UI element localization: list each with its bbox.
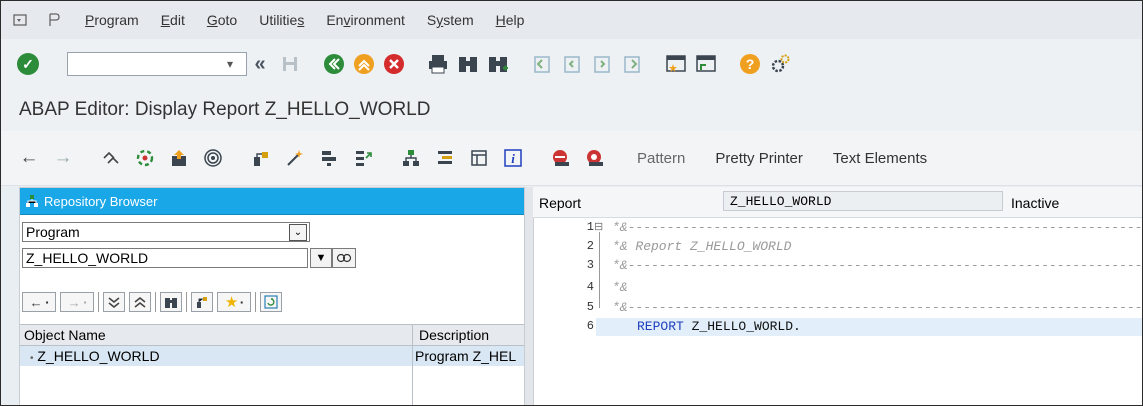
object-type-value: Program	[26, 224, 80, 240]
page-title: ABAP Editor: Display Report Z_HELLO_WORL…	[19, 99, 431, 120]
breakpoint-icon[interactable]	[431, 144, 459, 172]
code-line: 5 *&------------------------------------…	[586, 300, 1143, 315]
svg-text:i: i	[511, 151, 515, 166]
previous-page-icon[interactable]	[559, 51, 585, 77]
column-header-object-name[interactable]: Object Name	[24, 327, 106, 343]
refresh-icon[interactable]	[260, 292, 282, 312]
collapse-all-icon[interactable]	[129, 292, 151, 312]
activation-status: Inactive	[1011, 195, 1060, 211]
pane-splitter[interactable]	[525, 187, 533, 405]
chevron-down-icon[interactable]: ⌄	[289, 224, 307, 241]
where-used-icon[interactable]	[199, 144, 227, 172]
object-name-dropdown-icon[interactable]: ▼	[310, 248, 332, 268]
object-type-select[interactable]: Program ⌄	[22, 222, 310, 242]
display-object-icon[interactable]	[332, 248, 356, 268]
sap-window: Program Edit Goto Utilities Environment …	[0, 0, 1143, 406]
create-session-icon[interactable]	[663, 51, 689, 77]
help-icon[interactable]: ?	[737, 51, 763, 77]
next-object-icon[interactable]: → ▪	[60, 292, 94, 312]
enter-icon[interactable]: ✓	[17, 53, 39, 75]
set-breakpoint-icon[interactable]	[547, 144, 575, 172]
code-line: 6 REPORT Z_HELLO_WORLD.	[586, 319, 801, 334]
last-page-icon[interactable]	[619, 51, 645, 77]
report-label: Report	[539, 195, 582, 211]
repository-browser-title: Repository Browser	[44, 193, 158, 209]
shortcut-icon[interactable]	[693, 51, 719, 77]
svg-text:?: ?	[746, 56, 755, 72]
code-line: 3 *&------------------------------------…	[586, 258, 1143, 273]
toolbar-separator	[155, 292, 156, 312]
toolbar-separator	[98, 292, 99, 312]
command-history-dropdown-icon[interactable]: ▾	[221, 54, 239, 74]
code-editor[interactable]: ⊟ 1 *&----------------------------------…	[533, 218, 1143, 405]
object-list-icon[interactable]	[191, 292, 213, 312]
find-icon[interactable]	[160, 292, 182, 312]
report-name-field: Z_HELLO_WORLD	[723, 191, 1003, 211]
favorites-icon[interactable]: ★ ▪	[217, 292, 251, 312]
code-line: 4 *&	[586, 280, 628, 295]
external-breakpoint-icon[interactable]	[581, 144, 609, 172]
object-name-value: Z_HELLO_WORLD	[26, 250, 149, 266]
stack-icon[interactable]	[315, 144, 343, 172]
pattern-button[interactable]: Pattern	[637, 150, 685, 167]
title-bar: ABAP Editor: Display Report Z_HELLO_WORL…	[1, 89, 1142, 131]
code-line: 2 *& Report Z_HELLO_WORLD	[586, 239, 792, 254]
next-page-icon[interactable]	[589, 51, 615, 77]
toolbar-separator	[186, 292, 187, 312]
activate-icon[interactable]	[165, 144, 193, 172]
first-page-icon[interactable]	[529, 51, 555, 77]
menu-goto[interactable]: Goto	[207, 12, 237, 28]
repository-nav-toolbar: ← ▪ → ▪ ★ ▪	[20, 289, 524, 315]
save-icon[interactable]	[277, 51, 303, 77]
editor-header: Report Z_HELLO_WORLD Inactive	[533, 187, 1142, 218]
column-divider	[412, 366, 413, 405]
command-field[interactable]	[67, 52, 247, 76]
menu-utilities[interactable]: Utilities	[259, 12, 304, 28]
column-header-description[interactable]: Description	[412, 325, 489, 345]
pretty-printer-button[interactable]: Pretty Printer	[715, 150, 803, 167]
wand-icon[interactable]	[281, 144, 309, 172]
customize-layout-icon[interactable]	[767, 51, 793, 77]
find-next-icon[interactable]	[485, 51, 511, 77]
stop-icon[interactable]	[381, 51, 407, 77]
table-row[interactable]: • Z_HELLO_WORLD Program Z_HEL	[20, 346, 524, 366]
toolbar-separator	[255, 292, 256, 312]
expand-all-icon[interactable]	[103, 292, 125, 312]
hierarchy-icon[interactable]	[397, 144, 425, 172]
previous-object-icon[interactable]: ← ▪	[22, 292, 56, 312]
split-screen-icon[interactable]	[465, 144, 493, 172]
repository-browser-pane: Repository Browser Program ⌄ Z_HELLO_WOR…	[19, 187, 525, 405]
editor-pane: Report Z_HELLO_WORLD Inactive ⊟ 1 *&----…	[533, 187, 1142, 405]
menu-edit[interactable]: Edit	[161, 12, 185, 28]
info-icon[interactable]: i	[499, 144, 527, 172]
menu-system[interactable]: System	[427, 12, 474, 28]
menu-bar: Program Edit Goto Utilities Environment …	[1, 1, 1142, 40]
menu-help[interactable]: Help	[496, 12, 525, 28]
standard-toolbar: ✓ ▾ « ?	[1, 39, 1142, 89]
back-arrow-icon[interactable]: ←	[15, 144, 43, 172]
code-line: 1 *&------------------------------------…	[586, 220, 1143, 235]
back-icon[interactable]: «	[247, 51, 273, 77]
display-change-icon[interactable]	[97, 144, 125, 172]
text-elements-button[interactable]: Text Elements	[833, 150, 927, 167]
application-toolbar: ← → i Pattern Pretty Printer Text Elemen…	[1, 131, 1142, 186]
check-syntax-icon[interactable]	[131, 144, 159, 172]
forward-arrow-icon[interactable]: →	[49, 144, 77, 172]
cancel-icon[interactable]	[351, 51, 377, 77]
tree-node-description: Program Z_HEL	[412, 346, 527, 366]
navigation-icon[interactable]	[349, 144, 377, 172]
layout-menu-icon[interactable]	[45, 11, 63, 29]
menu-environment[interactable]: Environment	[326, 12, 405, 28]
object-list-icon[interactable]	[247, 144, 275, 172]
object-tree-header: Object Name Description	[20, 324, 524, 346]
object-name-input[interactable]: Z_HELLO_WORLD	[22, 248, 308, 268]
window-menu-icon[interactable]	[11, 11, 29, 29]
tree-node-name[interactable]: • Z_HELLO_WORLD	[30, 348, 160, 364]
exit-icon[interactable]	[321, 51, 347, 77]
print-icon[interactable]	[425, 51, 451, 77]
find-icon[interactable]	[455, 51, 481, 77]
hierarchy-icon	[24, 193, 40, 209]
repository-browser-header: Repository Browser	[20, 188, 524, 215]
menu-program[interactable]: Program	[85, 12, 139, 28]
